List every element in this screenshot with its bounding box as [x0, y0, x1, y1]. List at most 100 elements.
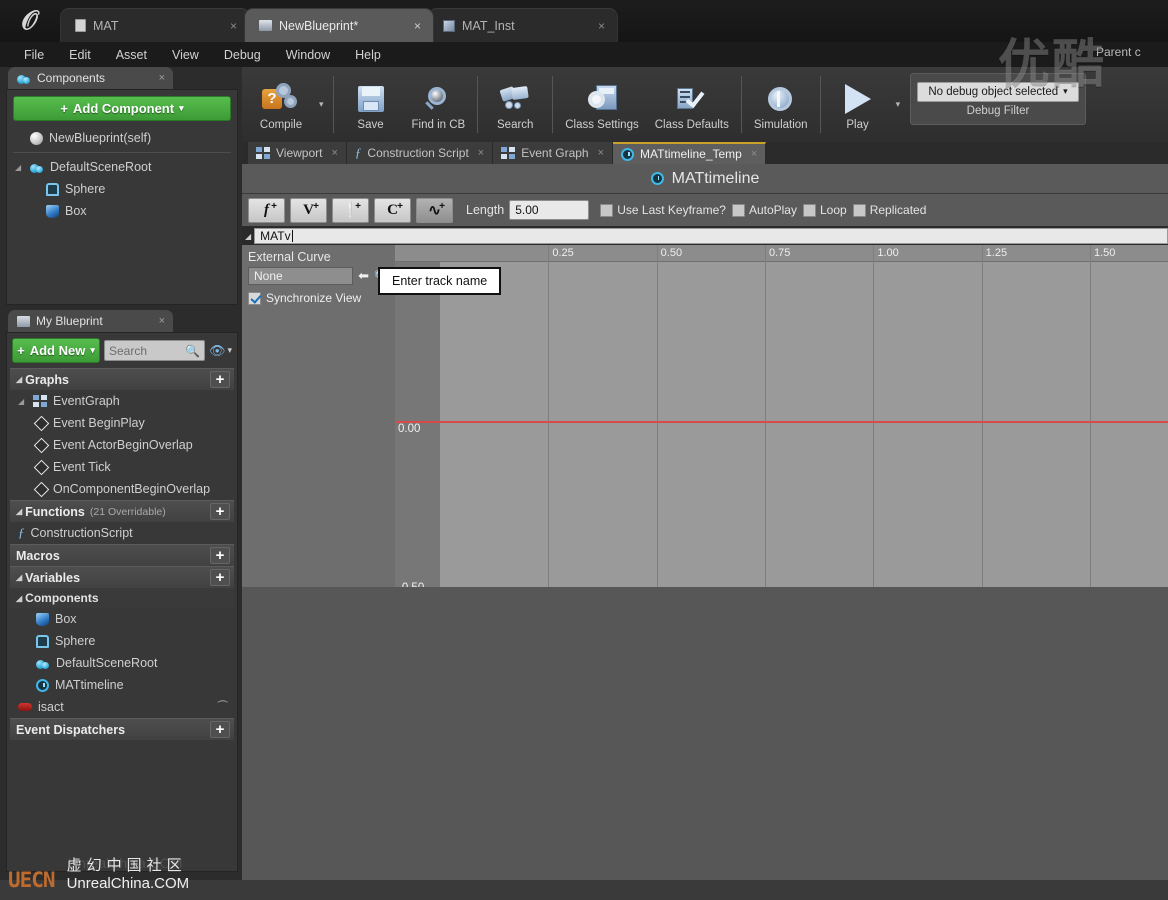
section-header-functions[interactable]: ◢ Functions (21 Overridable) +: [10, 500, 234, 522]
document-tab-viewport[interactable]: Viewport ×: [248, 142, 347, 164]
checkbox-box[interactable]: [802, 203, 816, 217]
menu-item-file[interactable]: File: [14, 45, 54, 65]
ruler-tick-label: 0.50: [660, 247, 683, 259]
curve-graph[interactable]: 0.250.500.751.001.251.50 0.00-0.50: [395, 245, 1168, 590]
add-new-button[interactable]: + Add New ▾: [12, 338, 100, 363]
myblueprint-item[interactable]: Box: [10, 608, 234, 630]
close-icon[interactable]: ×: [331, 147, 337, 159]
document-tab-event-graph[interactable]: Event Graph ×: [493, 142, 614, 164]
sub-section-components[interactable]: ◢ Components: [10, 588, 234, 608]
time-ruler[interactable]: 0.25 0.50 0.75 1.00 1.25 1.50: [395, 245, 1168, 262]
myblueprint-item[interactable]: Event ActorBeginOverlap: [10, 434, 234, 456]
add-to-section-button[interactable]: +: [210, 503, 230, 520]
menu-item-asset[interactable]: Asset: [106, 45, 157, 65]
section-header-graphs[interactable]: ◢ Graphs +: [10, 368, 234, 390]
toolbar-search-button[interactable]: Search: [482, 67, 548, 142]
add-to-section-button[interactable]: +: [210, 569, 230, 586]
section-header-macros[interactable]: Macros +: [10, 544, 234, 566]
menu-item-view[interactable]: View: [162, 45, 209, 65]
myblueprint-item[interactable]: isact ⏜: [10, 696, 234, 718]
expand-arrow-icon[interactable]: ◢: [16, 594, 22, 603]
toolbar-find-in-cb-button[interactable]: Find in CB: [404, 67, 474, 142]
chevron-down-icon[interactable]: ▾: [891, 67, 906, 142]
components-panel-tab-row: Components ×: [0, 67, 242, 89]
add-to-section-button[interactable]: +: [210, 721, 230, 738]
window-tab-mat[interactable]: MAT ×: [60, 8, 250, 42]
arrow-left-icon[interactable]: ⬅: [358, 268, 369, 284]
checkbox-use-last-keyframe-[interactable]: Use Last Keyframe?: [600, 203, 726, 217]
synchronize-view-row[interactable]: Synchronize View: [248, 291, 389, 305]
chevron-down-icon: ▾: [90, 345, 95, 355]
search-input[interactable]: Search 🔍: [104, 340, 205, 361]
tab-components[interactable]: Components ×: [8, 67, 173, 89]
component-tree-item[interactable]: Box: [11, 200, 233, 222]
synchronize-view-checkbox[interactable]: [248, 291, 261, 305]
component-tree-item[interactable]: NewBlueprint(self): [11, 127, 233, 149]
toolbar-compile-button[interactable]: ? Compile: [248, 67, 314, 142]
document-tab-mattimeline-temp[interactable]: MATtimeline_Temp ×: [613, 142, 767, 164]
tab-my-blueprint[interactable]: My Blueprint ×: [8, 310, 173, 332]
toolbar-class-settings-button[interactable]: Class Settings: [557, 67, 647, 142]
expand-arrow-icon[interactable]: ◢: [15, 163, 24, 172]
toolbar-simulation-button[interactable]: Simulation: [746, 67, 816, 142]
add-float-track-button[interactable]: f +: [248, 197, 285, 223]
add-external-curve-button[interactable]: ∿ +: [416, 197, 453, 223]
expand-arrow-icon[interactable]: ◢: [16, 507, 22, 516]
toolbar-button-label: Play: [846, 118, 869, 131]
add-color-track-button[interactable]: C +: [374, 197, 411, 223]
close-icon[interactable]: ×: [408, 19, 421, 33]
expand-arrow-icon[interactable]: ◢: [245, 232, 251, 241]
close-icon[interactable]: ×: [224, 19, 237, 33]
expand-arrow-icon[interactable]: ◢: [18, 397, 27, 406]
checkbox-autoplay[interactable]: AutoPlay: [731, 203, 797, 217]
toolbar-class-defaults-button[interactable]: Class Defaults: [647, 67, 737, 142]
external-curve-input[interactable]: None: [248, 267, 354, 285]
checkbox-box[interactable]: [852, 203, 866, 217]
menu-item-edit[interactable]: Edit: [59, 45, 101, 65]
add-to-section-button[interactable]: +: [210, 547, 230, 564]
add-to-section-button[interactable]: +: [210, 371, 230, 388]
checkbox-replicated[interactable]: Replicated: [852, 203, 926, 217]
component-tree-item[interactable]: Sphere: [11, 178, 233, 200]
chevron-down-icon[interactable]: ▾: [314, 67, 329, 142]
myblueprint-item[interactable]: Event Tick: [10, 456, 234, 478]
add-vector-track-button[interactable]: V +: [290, 197, 327, 223]
close-icon[interactable]: ×: [751, 148, 757, 160]
close-icon[interactable]: ×: [159, 315, 165, 327]
toolbar-save-button[interactable]: Save: [338, 67, 404, 142]
toolbar-play-button[interactable]: Play: [825, 67, 891, 142]
myblueprint-item[interactable]: Sphere: [10, 630, 234, 652]
myblueprint-item[interactable]: MATtimeline: [10, 674, 234, 696]
debug-object-select[interactable]: No debug object selected ▾: [917, 81, 1079, 102]
myblueprint-item[interactable]: ◢ EventGraph: [10, 390, 234, 412]
close-icon[interactable]: ×: [478, 147, 484, 159]
checkbox-label: Loop: [819, 203, 847, 217]
close-icon[interactable]: ×: [159, 72, 165, 84]
window-tab-matinst[interactable]: MAT_Inst ×: [428, 8, 618, 42]
close-icon[interactable]: ×: [592, 19, 605, 33]
visibility-filter-button[interactable]: 👁 ▾: [209, 343, 232, 359]
menu-item-help[interactable]: Help: [345, 45, 391, 65]
add-event-track-button[interactable]: ❕ +: [332, 197, 369, 223]
close-icon[interactable]: ×: [598, 147, 604, 159]
myblueprint-item[interactable]: OnComponentBeginOverlap: [10, 478, 234, 500]
document-tab-construction-script[interactable]: ƒ Construction Script ×: [346, 142, 494, 164]
section-header-variables[interactable]: ◢ Variables +: [10, 566, 234, 588]
myblueprint-item[interactable]: Event BeginPlay: [10, 412, 234, 434]
expand-arrow-icon[interactable]: ◢: [16, 375, 22, 384]
checkbox-box[interactable]: [731, 203, 745, 217]
expand-arrow-icon[interactable]: ◢: [16, 573, 22, 582]
length-input[interactable]: 5.00: [509, 200, 590, 220]
myblueprint-item[interactable]: ƒ ConstructionScript: [10, 522, 234, 544]
myblueprint-item[interactable]: DefaultSceneRoot: [10, 652, 234, 674]
track-name-input[interactable]: MATv: [254, 228, 1168, 244]
window-tab-newblueprint[interactable]: NewBlueprint* ×: [244, 8, 434, 42]
add-component-button[interactable]: + Add Component ▾: [13, 96, 231, 121]
section-header-event-dispatchers[interactable]: Event Dispatchers +: [10, 718, 234, 740]
section-title: Variables: [25, 570, 81, 585]
checkbox-loop[interactable]: Loop: [802, 203, 847, 217]
menu-item-debug[interactable]: Debug: [214, 45, 271, 65]
checkbox-box[interactable]: [600, 203, 614, 217]
component-tree-item[interactable]: ◢ DefaultSceneRoot: [11, 156, 233, 178]
menu-item-window[interactable]: Window: [276, 45, 340, 65]
